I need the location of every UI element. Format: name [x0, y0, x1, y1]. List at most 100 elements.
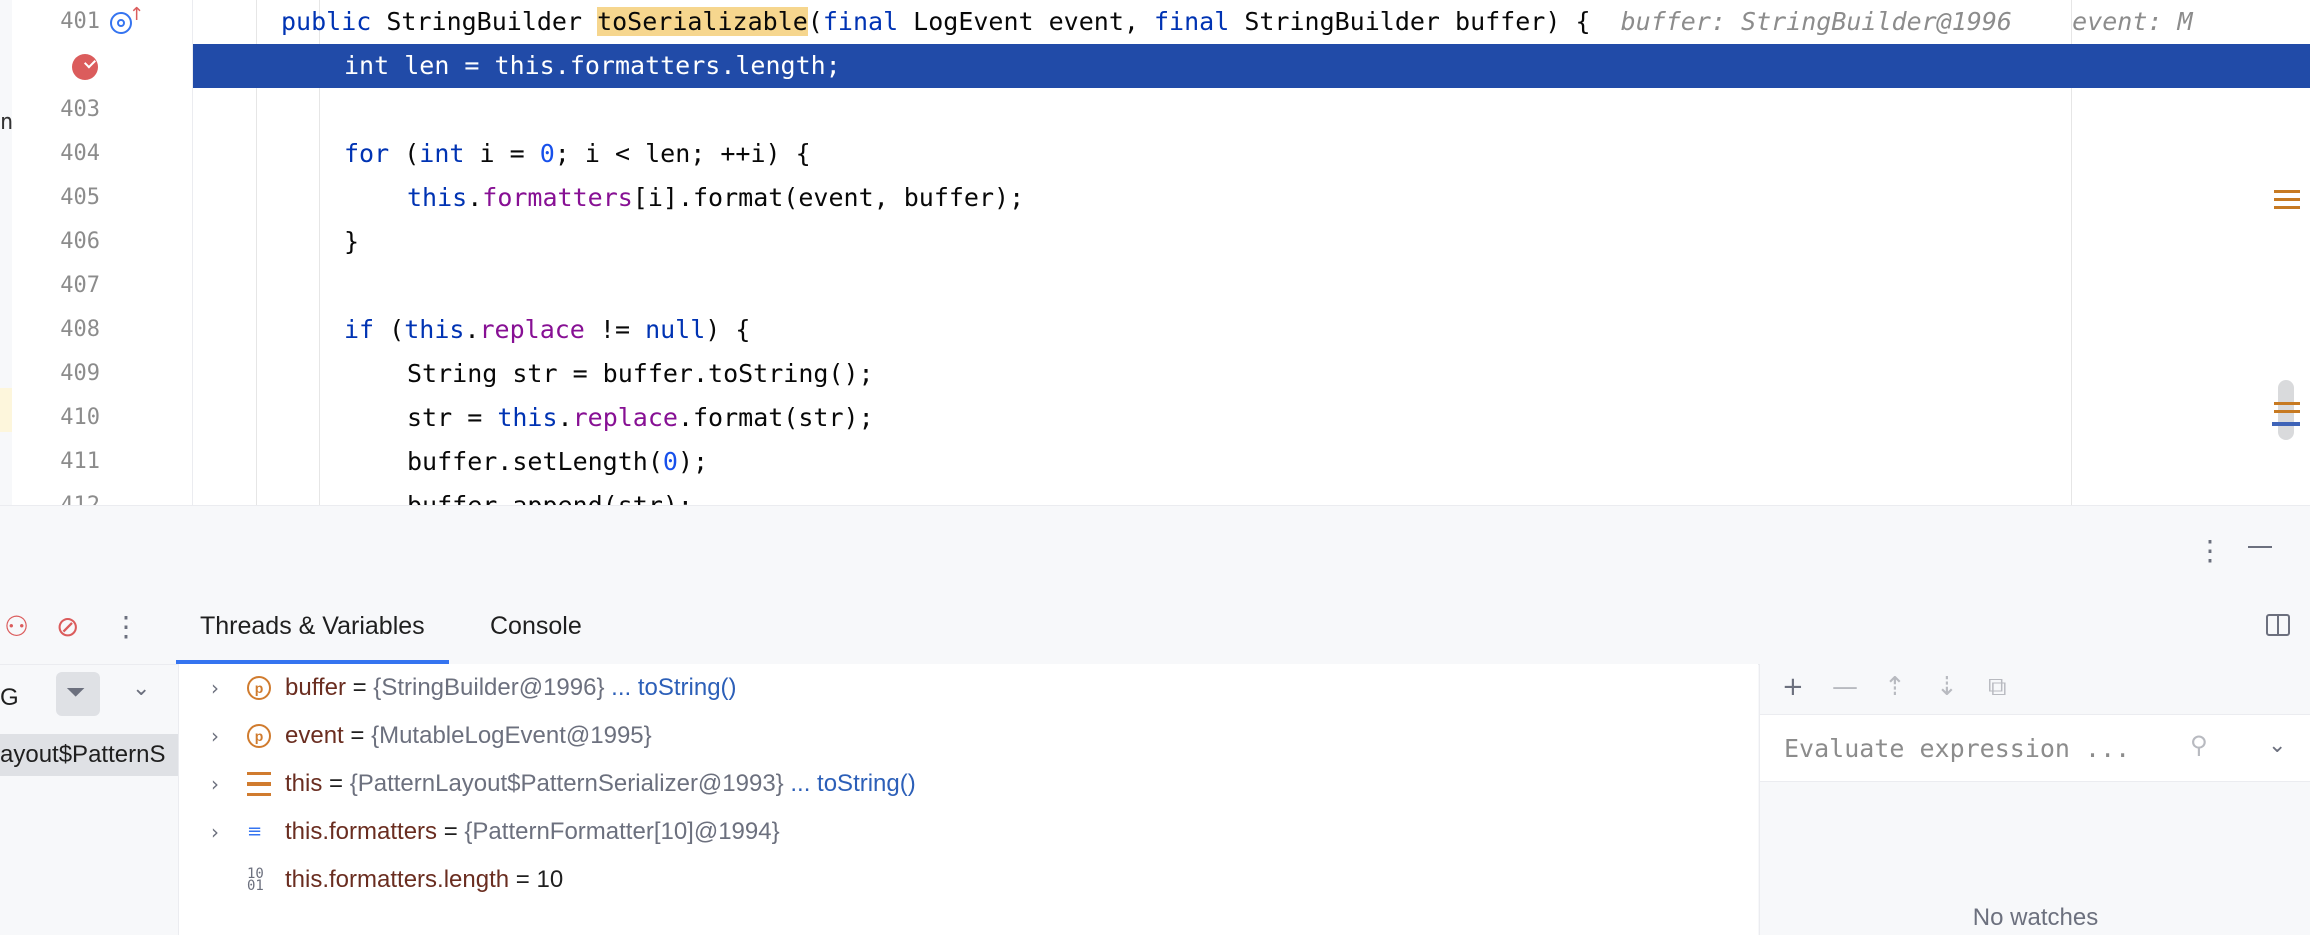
- code-line[interactable]: for (int i = 0; i < len; ++i) {: [193, 132, 2310, 176]
- move-up-icon[interactable]: ⇡: [1884, 672, 1906, 702]
- line-number[interactable]: 403: [24, 88, 100, 132]
- object-list-icon: [247, 772, 271, 796]
- to-string-link[interactable]: ... toString(): [784, 770, 915, 797]
- code-token: .: [464, 315, 480, 344]
- scrollbar-marker[interactable]: [2274, 410, 2300, 413]
- line-number[interactable]: 409: [24, 352, 100, 396]
- inline-value-hint: buffer: StringBuilder@1996 event: M: [1590, 7, 2193, 36]
- variable-value: {StringBuilder@1996}: [373, 674, 605, 701]
- move-down-icon[interactable]: ⇣: [1936, 672, 1958, 702]
- code-token: this: [497, 403, 558, 432]
- code-token: String str = buffer.toString();: [407, 359, 874, 388]
- view-breakpoints-icon[interactable]: ⚇: [4, 610, 29, 643]
- remove-watch-icon[interactable]: —: [1832, 672, 1858, 702]
- variable-name: event: [285, 722, 344, 749]
- scrollbar-marker[interactable]: [2274, 190, 2300, 193]
- left-strip-highlight: [0, 388, 12, 432]
- code-area[interactable]: public StringBuilder toSerializable(fina…: [193, 0, 2310, 505]
- code-token: this: [407, 183, 468, 212]
- code-token: 0: [662, 447, 678, 476]
- scrollbar-marker[interactable]: [2274, 402, 2300, 405]
- code-line[interactable]: str = this.replace.format(str);: [193, 396, 2310, 440]
- equals-sign: =: [345, 674, 374, 701]
- code-token: formatters: [569, 51, 721, 80]
- line-number[interactable]: 405: [24, 176, 100, 220]
- filter-frames-button[interactable]: ⏷: [56, 672, 100, 716]
- chevron-right-icon[interactable]: ›: [211, 760, 219, 808]
- variable-name: this.formatters.length: [285, 866, 510, 893]
- variable-name: buffer: [285, 674, 346, 701]
- code-token: }: [344, 227, 360, 256]
- variable-name: this.formatters: [285, 818, 438, 845]
- evaluate-bar: ⚲ ⌄: [1760, 714, 2310, 782]
- field-p-icon: p: [247, 724, 271, 748]
- more-options-icon[interactable]: ⋮: [2196, 534, 2224, 567]
- variable-row[interactable]: › this = {PatternLayout$PatternSerializer…: [179, 760, 1758, 808]
- code-token: [i].format(event, buffer);: [632, 183, 1025, 212]
- evaluate-expression-input[interactable]: [1782, 729, 2186, 767]
- code-line[interactable]: String str = buffer.toString();: [193, 352, 2310, 396]
- variable-row[interactable]: › ≡ this.formatters = {PatternFormatter[10…: [179, 808, 1758, 856]
- duplicate-watch-icon[interactable]: ⧉: [1988, 672, 2007, 703]
- code-token: int: [419, 139, 480, 168]
- line-number[interactable]: 404: [24, 132, 100, 176]
- code-line[interactable]: buffer.append(str);: [193, 484, 2310, 505]
- minimize-icon[interactable]: [2248, 546, 2272, 548]
- step-into-marker-icon[interactable]: [110, 4, 144, 34]
- code-line[interactable]: public StringBuilder toSerializable(fina…: [193, 0, 2310, 44]
- code-token: .format(str);: [677, 403, 874, 432]
- execution-point-line[interactable]: int len = this.formatters.length;: [193, 44, 2310, 88]
- code-line[interactable]: buffer.setLength(0);: [193, 440, 2310, 484]
- code-line[interactable]: this.formatters[i].format(event, buffer)…: [193, 176, 2310, 220]
- code-token: final: [822, 7, 914, 36]
- code-line[interactable]: if (this.replace != null) {: [193, 308, 2310, 352]
- line-number[interactable]: 406: [24, 220, 100, 264]
- editor-gutter[interactable]: 401 403404405406407408409410411412: [12, 0, 193, 505]
- breakpoint-icon[interactable]: [72, 54, 98, 80]
- line-number[interactable]: 411: [24, 440, 100, 484]
- line-number[interactable]: 407: [24, 264, 100, 308]
- code-token: replace: [479, 315, 585, 344]
- primitive-icon: 10 01: [247, 866, 264, 894]
- tab-console[interactable]: Console: [466, 588, 606, 664]
- code-token: if: [344, 315, 390, 344]
- thread-selector[interactable]: G: [0, 684, 19, 712]
- line-number[interactable]: 401: [24, 0, 100, 44]
- toolbar-more-icon[interactable]: ⋮: [112, 610, 140, 643]
- add-to-watches-icon[interactable]: ⚲: [2190, 731, 2208, 759]
- variable-name: this: [285, 770, 323, 797]
- chevron-right-icon[interactable]: ›: [211, 664, 219, 712]
- code-editor[interactable]: n 401403404405406407408409410411412 publ…: [0, 0, 2310, 505]
- code-token: StringBuilder: [386, 7, 598, 36]
- chevron-down-icon[interactable]: ⌄: [132, 676, 150, 701]
- line-number[interactable]: 412: [24, 484, 100, 505]
- stack-frame-item[interactable]: ayout$PatternS: [0, 734, 178, 776]
- chevron-right-icon[interactable]: ›: [211, 808, 219, 856]
- variable-row[interactable]: › p buffer = {StringBuilder@1996} ... toSt…: [179, 664, 1758, 712]
- to-string-link[interactable]: ... toString(): [604, 674, 736, 701]
- watches-pane: + — ⇡ ⇣ ⧉ ⚲ ⌄ No watches: [1759, 664, 2310, 935]
- layout-settings-icon[interactable]: [2266, 614, 2290, 636]
- code-line[interactable]: [193, 88, 2310, 132]
- chevron-right-icon[interactable]: ›: [211, 712, 219, 760]
- code-token: buffer.setLength(: [407, 447, 663, 476]
- code-line[interactable]: [193, 264, 2310, 308]
- variable-row[interactable]: 10 01 this.formatters.length = 10: [179, 856, 1758, 904]
- panel-header: ⋮: [0, 506, 2310, 588]
- code-token: StringBuilder buffer) {: [1244, 7, 1591, 36]
- code-token: (: [404, 139, 420, 168]
- array-icon: ≡: [247, 821, 263, 842]
- code-token: ; i < len; ++i) {: [554, 139, 811, 168]
- chevron-down-icon[interactable]: ⌄: [2268, 733, 2286, 758]
- scrollbar-marker[interactable]: [2274, 198, 2300, 201]
- line-number[interactable]: 408: [24, 308, 100, 352]
- code-token: toSerializable: [597, 7, 808, 36]
- code-line[interactable]: }: [193, 220, 2310, 264]
- line-number[interactable]: 410: [24, 396, 100, 440]
- tab-threads-variables[interactable]: Threads & Variables: [176, 588, 449, 664]
- code-token: (: [389, 315, 405, 344]
- scrollbar-marker[interactable]: [2274, 206, 2300, 209]
- add-watch-icon[interactable]: +: [1782, 672, 1804, 702]
- mute-breakpoints-icon[interactable]: ⊘: [56, 610, 79, 643]
- variable-row[interactable]: › p event = {MutableLogEvent@1995}: [179, 712, 1758, 760]
